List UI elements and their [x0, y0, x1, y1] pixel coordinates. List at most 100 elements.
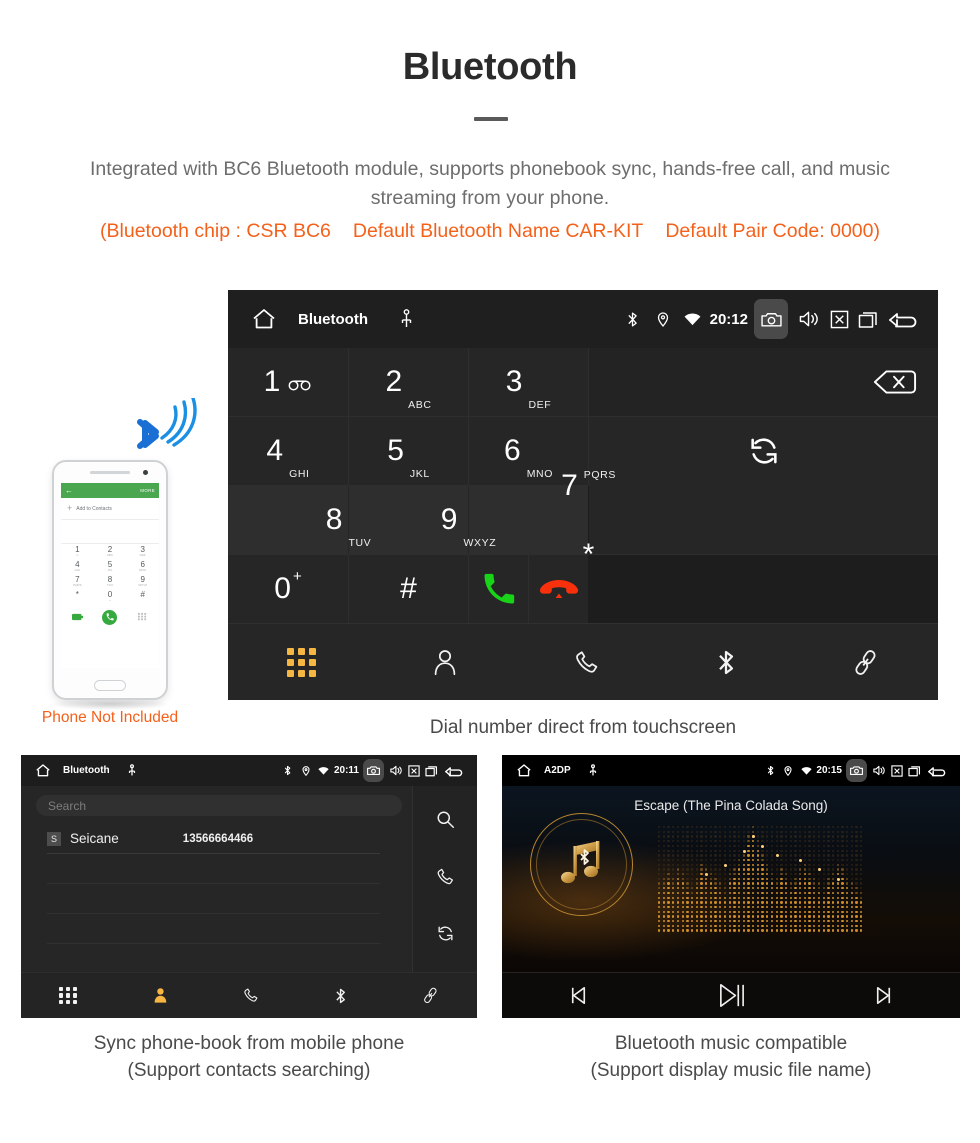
phone-key-star: *	[75, 590, 79, 599]
nav-bluetooth[interactable]	[335, 987, 346, 1005]
search-icon[interactable]	[436, 810, 455, 834]
close-box-icon[interactable]	[888, 762, 906, 780]
key-digit: 9	[440, 503, 458, 536]
key-digit: 7	[561, 468, 578, 502]
call-icon[interactable]	[436, 867, 455, 891]
previous-track-icon[interactable]	[502, 983, 655, 1008]
nav-dialpad[interactable]	[58, 986, 77, 1005]
key-sub: JKL	[409, 468, 430, 480]
phone-illustration: ← MORE + Add to Contacts 1 ∞ 2 ABC 3 DEF 4 GHI 5…	[50, 460, 170, 710]
speaker-icon[interactable]	[870, 762, 888, 780]
phonebook-status-bar: Bluetooth 20:11	[21, 755, 477, 786]
spec-chip: (Bluetooth chip : CSR BC6	[100, 220, 331, 242]
dial-key-8[interactable]: 8 TUV	[326, 486, 371, 554]
key-sub: ABC	[408, 399, 432, 411]
nav-call-log[interactable]	[574, 649, 600, 675]
dial-key-star[interactable]: *	[583, 539, 595, 569]
nav-link[interactable]	[852, 649, 879, 676]
page-title: Bluetooth	[402, 46, 578, 88]
nav-link[interactable]	[422, 987, 439, 1004]
dial-key-7[interactable]: 7 PQRS	[561, 469, 615, 500]
recents-icon[interactable]	[906, 762, 924, 780]
next-track-icon[interactable]	[807, 983, 960, 1008]
nav-contacts[interactable]	[153, 987, 168, 1003]
speaker-icon[interactable]	[794, 304, 824, 334]
phone-key-8: 8 TUV	[106, 575, 113, 587]
usb-icon	[585, 763, 601, 779]
camera-icon[interactable]	[754, 299, 788, 339]
dialer-title: Bluetooth	[298, 310, 368, 328]
bluetooth-wave-icon	[137, 398, 197, 449]
phone-key-6: 6 MNO	[139, 560, 147, 572]
phone-app-topbar: ← MORE	[61, 483, 159, 498]
dial-key-2[interactable]: 2 ABC	[349, 348, 468, 416]
key-digit: 2	[385, 365, 403, 398]
search-input[interactable]: Search	[36, 795, 402, 816]
dialer-head-unit: Bluetooth 20:12 1 2 ABC 3 DEF 4 GHI 5 JK…	[228, 290, 938, 700]
sync-icon[interactable]	[436, 924, 455, 948]
phone-home-button	[94, 680, 126, 691]
recents-icon[interactable]	[854, 304, 884, 334]
dial-key-5[interactable]: 5 JKL	[349, 417, 468, 485]
bluetooth-icon	[761, 762, 779, 780]
page-root: Bluetooth Integrated with BC6 Bluetooth …	[0, 0, 980, 1143]
phone-key-1: 1 ∞	[75, 545, 80, 557]
phonebook-body: Search S Seicane 13566664466	[21, 786, 477, 972]
backspace-button[interactable]	[589, 348, 938, 416]
bluetooth-icon	[618, 304, 648, 334]
hangup-button[interactable]	[529, 555, 588, 623]
contact-row-empty	[47, 854, 380, 884]
sync-button[interactable]	[589, 417, 938, 554]
camera-icon[interactable]	[846, 759, 867, 782]
location-pin-icon	[779, 762, 797, 780]
home-icon[interactable]	[31, 759, 55, 783]
hero-spec-note: (Bluetooth chip : CSR BC6 Default Bluetoo…	[0, 220, 980, 243]
nav-contacts[interactable]	[433, 649, 457, 675]
dialer-clock: 20:12	[709, 310, 748, 328]
dial-key-1[interactable]: 1	[228, 348, 348, 416]
back-arrow-icon[interactable]	[924, 762, 950, 780]
phone-key-2: 2 ABC	[106, 545, 114, 557]
speaker-icon[interactable]	[387, 762, 405, 780]
back-arrow-icon[interactable]	[884, 304, 924, 334]
key-sub: WXYZ	[463, 537, 497, 549]
contact-row-empty	[47, 914, 380, 944]
dial-key-9[interactable]: 9 WXYZ	[441, 486, 496, 554]
key-digit: 0	[274, 572, 291, 605]
phonebook-title: Bluetooth	[63, 765, 110, 776]
call-button[interactable]	[469, 555, 529, 623]
phone-key-5: 5 JKL	[107, 560, 113, 572]
phone-screen: ← MORE + Add to Contacts 1 ∞ 2 ABC 3 DEF 4 GHI 5…	[61, 483, 159, 668]
recents-icon[interactable]	[423, 762, 441, 780]
search-placeholder: Search	[48, 798, 87, 813]
phonebook-head-unit: Bluetooth 20:11 Search S Seicane 1356666…	[21, 755, 477, 1018]
phone-add-label: Add to Contacts	[76, 505, 112, 512]
music-body: Escape (The Pina Colada Song)	[502, 786, 960, 972]
dial-key-0[interactable]: 0 +	[228, 555, 348, 623]
dial-key-hash[interactable]: #	[349, 555, 468, 623]
dial-key-3[interactable]: 3 DEF	[469, 348, 588, 416]
back-arrow-icon[interactable]	[441, 762, 467, 780]
home-icon[interactable]	[512, 759, 536, 783]
phone-key-hash: #	[140, 590, 145, 599]
phonebook-bottom-nav	[21, 972, 477, 1018]
phone-add-to-contacts-row: + Add to Contacts	[61, 498, 159, 520]
nav-bluetooth[interactable]	[717, 648, 735, 677]
phone-sim-icon	[61, 613, 94, 621]
nav-call-log[interactable]	[243, 987, 259, 1003]
spec-pair-code: Default Pair Code: 0000)	[665, 220, 880, 242]
contact-row[interactable]: S Seicane 13566664466	[47, 824, 380, 854]
phone-dialpad: 1 ∞ 2 ABC 3 DEF 4 GHI 5 JKL 6 MNO 7 PQRS 8 TUV 9 WXYZ * 0 +…	[61, 544, 159, 604]
hero-subtitle: Integrated with BC6 Bluetooth module, su…	[90, 158, 890, 209]
music-caption: Bluetooth music compatible (Support disp…	[502, 1030, 960, 1084]
nav-dialpad[interactable]	[286, 647, 316, 677]
close-box-icon[interactable]	[405, 762, 423, 780]
close-box-icon[interactable]	[824, 304, 854, 334]
dial-key-4[interactable]: 4 GHI	[228, 417, 348, 485]
phone-more-label: MORE	[140, 488, 155, 493]
home-icon[interactable]	[242, 297, 286, 341]
play-pause-icon[interactable]	[655, 980, 808, 1011]
phonebook-caption: Sync phone-book from mobile phone (Suppo…	[21, 1030, 477, 1084]
camera-icon[interactable]	[363, 759, 384, 782]
key-digit: 3	[505, 365, 523, 398]
